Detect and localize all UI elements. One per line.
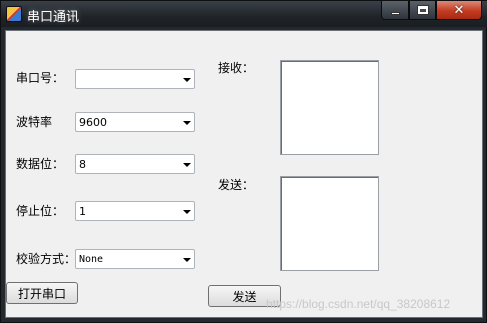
close-button[interactable]: ✕ [436,1,482,20]
watermark: https://blog.csdn.net/qq_38208612 [266,297,451,311]
receive-textbox[interactable] [280,60,379,155]
port-select[interactable] [75,69,195,89]
minimize-icon [390,11,400,15]
maximize-button[interactable] [409,1,436,20]
stopbits-label: 停止位： [16,204,65,218]
chevron-down-icon [183,163,191,167]
open-port-button[interactable]: 打开串口 [6,282,78,304]
send-textbox[interactable] [280,176,379,271]
maximize-icon [417,6,428,14]
chevron-down-icon [183,258,191,262]
client-area: 串口号： 波特率 9600 数据位： 8 停止位： 1 校验方式： None 接… [5,30,483,318]
parity-select[interactable]: None [75,249,195,269]
app-icon [6,6,22,22]
chevron-down-icon [183,121,191,125]
port-label: 串口号： [16,71,65,85]
stopbits-value: 1 [79,205,86,218]
baud-select[interactable]: 9600 [75,112,195,132]
title-bar[interactable]: 串口通讯 ✕ [1,1,487,27]
minimize-button[interactable] [381,1,409,20]
databits-label: 数据位： [16,157,65,171]
chevron-down-icon [183,78,191,82]
chevron-down-icon [183,210,191,214]
main-window: 串口通讯 ✕ 串口号： 波特率 9600 数据位： 8 停止位： 1 校验方式：… [0,0,487,323]
window-title: 串口通讯 [27,10,80,25]
stopbits-select[interactable]: 1 [75,201,195,221]
parity-value: None [79,254,104,265]
send-label: 发送： [218,178,255,192]
receive-label: 接收： [218,61,255,75]
close-icon: ✕ [453,2,465,18]
parity-label: 校验方式： [16,252,77,266]
databits-select[interactable]: 8 [75,154,195,174]
databits-value: 8 [79,158,86,171]
baud-label: 波特率 [16,115,53,129]
baud-value: 9600 [79,116,107,129]
